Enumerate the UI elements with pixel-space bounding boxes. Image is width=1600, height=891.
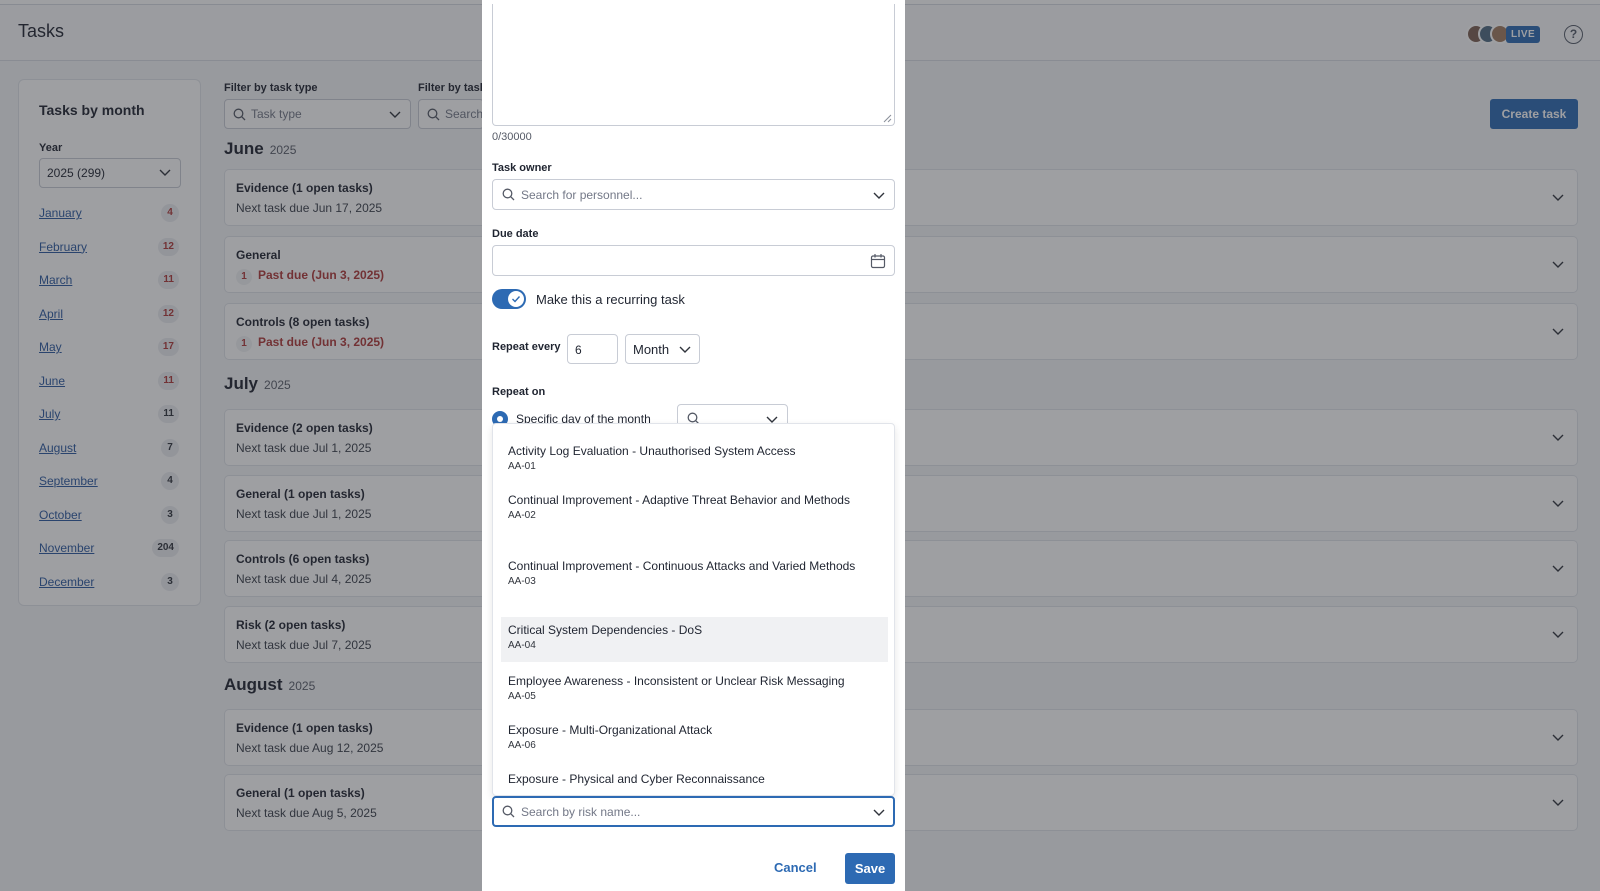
task-modal: 0/30000 Task owner Search for personnel.… xyxy=(482,0,905,891)
risk-search-placeholder: Search by risk name... xyxy=(521,805,641,819)
risk-option[interactable]: Exposure - Multi-Organizational Attack A… xyxy=(501,722,888,751)
risk-option[interactable]: Continual Improvement - Adaptive Threat … xyxy=(501,492,888,521)
risk-option-code: AA-02 xyxy=(508,510,536,521)
risk-option-code: AA-01 xyxy=(508,461,536,472)
due-date-label: Due date xyxy=(492,228,539,240)
risk-option-code: AA-06 xyxy=(508,740,536,751)
risk-search-input[interactable]: Search by risk name... xyxy=(492,796,895,827)
chevron-down-icon xyxy=(679,346,691,353)
character-counter: 0/30000 xyxy=(492,131,532,143)
risk-option[interactable]: Continual Improvement - Continuous Attac… xyxy=(501,558,888,587)
risk-option-name: Exposure - Physical and Cyber Reconnaiss… xyxy=(508,772,765,786)
repeat-every-input[interactable]: 6 xyxy=(567,334,618,364)
calendar-icon[interactable] xyxy=(870,253,886,269)
search-icon xyxy=(502,188,515,201)
risk-option-name: Employee Awareness - Inconsistent or Unc… xyxy=(508,674,845,688)
cancel-button[interactable]: Cancel xyxy=(774,860,817,875)
risk-option-code: AA-05 xyxy=(508,691,536,702)
risk-option[interactable]: Exposure - Physical and Cyber Reconnaiss… xyxy=(501,771,888,789)
repeat-every-label: Repeat every xyxy=(492,341,561,353)
risk-option[interactable]: Employee Awareness - Inconsistent or Unc… xyxy=(501,673,888,702)
toggle-knob xyxy=(508,291,524,307)
task-owner-label: Task owner xyxy=(492,162,552,174)
recurring-toggle[interactable] xyxy=(492,289,526,309)
resize-handle-icon[interactable] xyxy=(883,114,892,123)
due-date-input[interactable] xyxy=(492,245,895,276)
owner-placeholder: Search for personnel... xyxy=(521,188,643,202)
repeat-on-label: Repeat on xyxy=(492,386,546,398)
risk-option[interactable]: Activity Log Evaluation - Unauthorised S… xyxy=(501,443,888,472)
recurring-label: Make this a recurring task xyxy=(536,292,685,307)
risk-option-name: Continual Improvement - Adaptive Threat … xyxy=(508,493,850,507)
task-owner-select[interactable]: Search for personnel... xyxy=(492,179,895,210)
risk-option-code: AA-04 xyxy=(508,640,536,651)
description-textarea[interactable] xyxy=(492,4,895,126)
risk-option-name: Continual Improvement - Continuous Attac… xyxy=(508,559,856,573)
check-icon xyxy=(512,296,521,303)
risk-option-name: Activity Log Evaluation - Unauthorised S… xyxy=(508,444,796,458)
risk-option-highlighted[interactable]: Critical System Dependencies - DoS AA-04 xyxy=(501,617,888,662)
risk-option-name: Exposure - Multi-Organizational Attack xyxy=(508,723,713,737)
risk-option-code: AA-03 xyxy=(508,576,536,587)
repeat-unit-value: Month xyxy=(633,342,670,357)
radio-dot xyxy=(497,416,503,422)
risk-dropdown-list: Activity Log Evaluation - Unauthorised S… xyxy=(492,423,895,796)
search-icon xyxy=(502,805,515,818)
chevron-down-icon xyxy=(873,192,885,199)
repeat-unit-select[interactable]: Month xyxy=(625,334,700,364)
risk-option-name: Critical System Dependencies - DoS xyxy=(508,623,703,637)
chevron-down-icon xyxy=(873,809,885,816)
save-button[interactable]: Save xyxy=(845,853,895,884)
